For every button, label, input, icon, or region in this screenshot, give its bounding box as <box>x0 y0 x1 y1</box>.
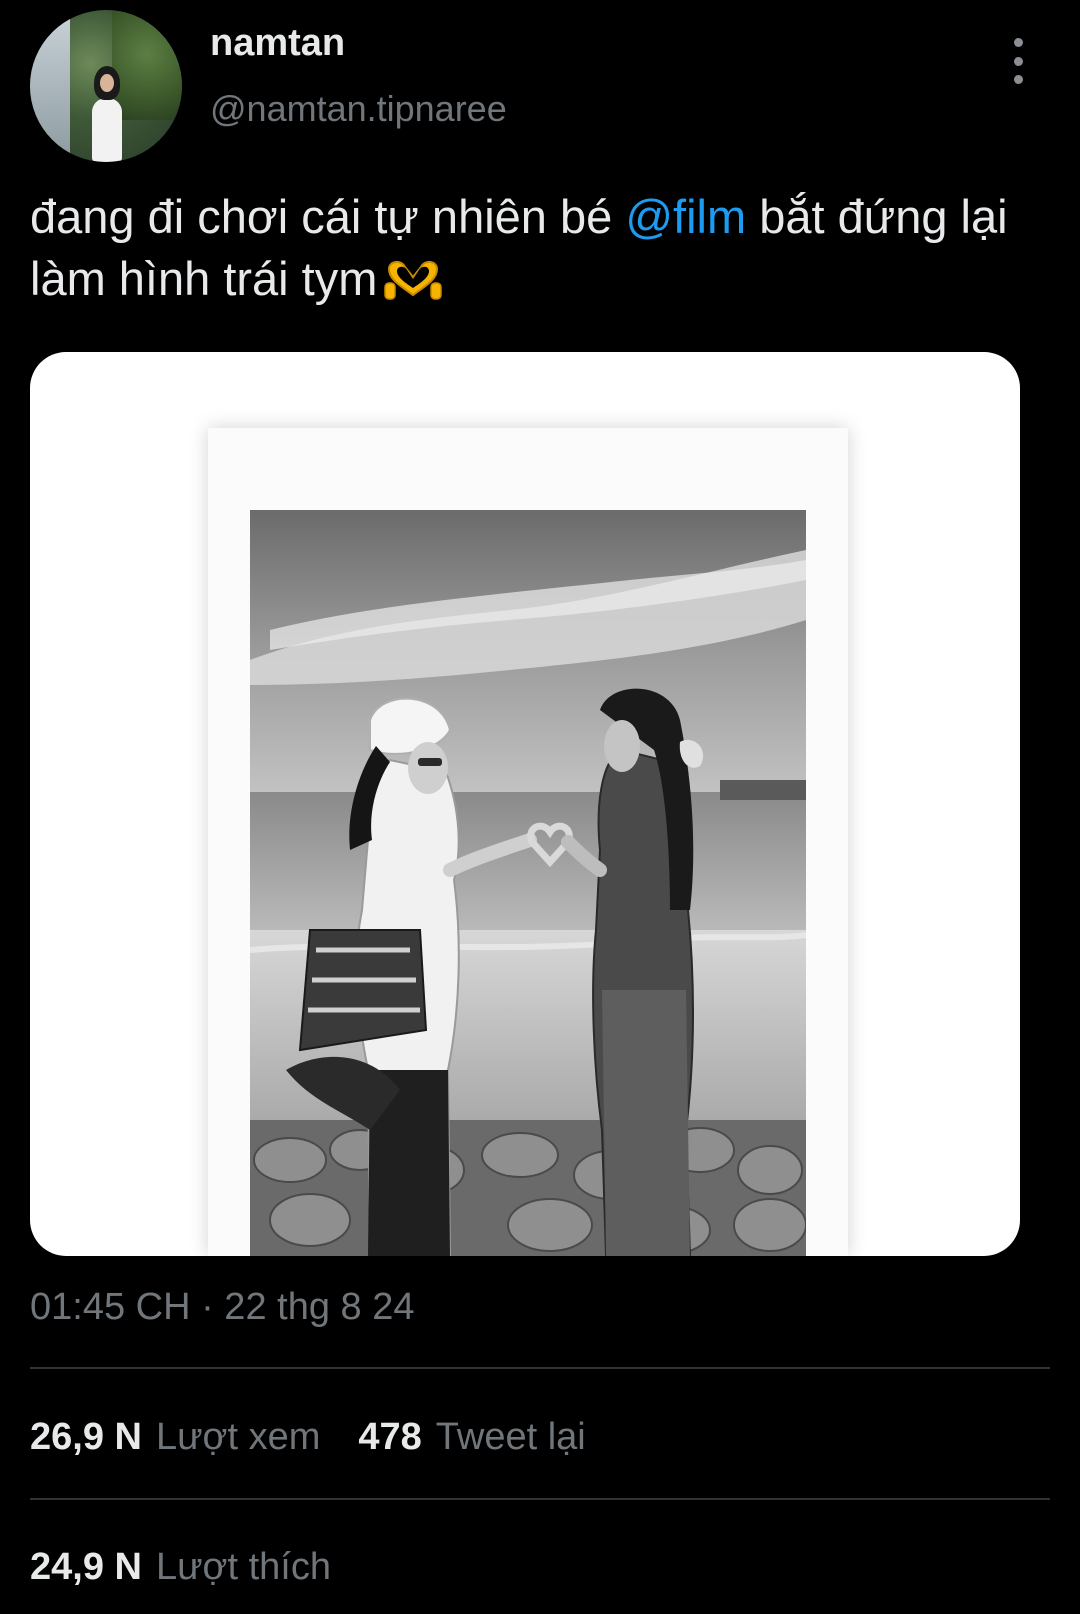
views-label[interactable]: Lượt xem <box>156 1416 320 1458</box>
divider <box>30 1367 1050 1369</box>
more-vertical-icon[interactable] <box>1000 38 1036 84</box>
polaroid-frame <box>208 428 848 1256</box>
retweets-label[interactable]: Tweet lại <box>436 1416 586 1458</box>
beach-photo-illustration <box>250 510 806 1256</box>
divider <box>30 1498 1050 1500</box>
stats-row-views-retweets: 26,9 N Lượt xem 478 Tweet lại <box>30 1416 586 1459</box>
likes-label[interactable]: Lượt thích <box>156 1546 331 1588</box>
avatar[interactable] <box>30 10 182 162</box>
likes-count[interactable]: 24,9 N <box>30 1546 142 1588</box>
more-dot <box>1013 75 1023 84</box>
tweet-text: đang đi chơi cái tự nhiên bé @film bắt đ… <box>30 186 1040 310</box>
more-dot <box>1013 38 1023 47</box>
tweet-header: namtan @namtan.tipnaree <box>0 0 1080 170</box>
author-display-name[interactable]: namtan <box>210 22 345 65</box>
tweet-media[interactable] <box>30 352 1020 1256</box>
tweet-timestamp[interactable]: 01:45 CH · 22 thg 8 24 <box>30 1286 414 1329</box>
author-handle[interactable]: @namtan.tipnaree <box>210 88 507 130</box>
retweets-count[interactable]: 478 <box>358 1416 421 1458</box>
tweet-text-part: đang đi chơi cái tự nhiên bé <box>30 190 626 243</box>
avatar-background-foliage <box>112 10 182 120</box>
heart-hands-icon <box>384 261 443 300</box>
views-count[interactable]: 26,9 N <box>30 1416 142 1458</box>
avatar-background-building <box>30 10 70 162</box>
avatar-person-face <box>100 74 114 92</box>
avatar-person-dress <box>92 98 122 162</box>
more-dot <box>1013 56 1023 66</box>
beach-photo <box>250 510 806 1256</box>
stats-row-likes: 24,9 N Lượt thích <box>30 1546 331 1589</box>
mention-link[interactable]: @film <box>625 190 746 243</box>
